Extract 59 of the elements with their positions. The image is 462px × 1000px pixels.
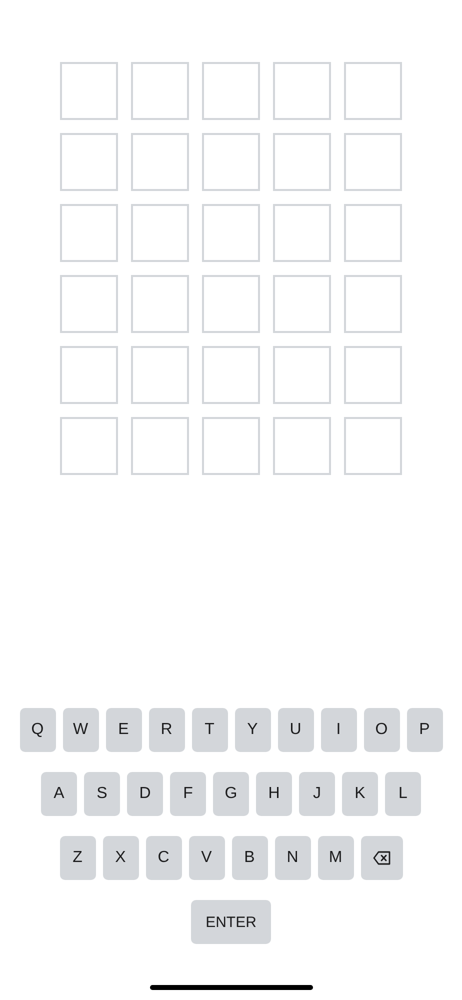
letter-key[interactable]: S [84, 772, 120, 816]
letter-tile [273, 346, 331, 404]
letter-tile [60, 417, 118, 475]
letter-key[interactable]: F [170, 772, 206, 816]
letter-key[interactable]: U [278, 708, 314, 752]
letter-key[interactable]: Q [20, 708, 56, 752]
letter-tile [60, 62, 118, 120]
letter-key[interactable]: B [232, 836, 268, 880]
letter-tile [202, 62, 260, 120]
letter-key[interactable]: E [106, 708, 142, 752]
letter-key[interactable]: N [274, 836, 310, 880]
letter-key[interactable]: D [127, 772, 163, 816]
letter-tile [131, 417, 189, 475]
letter-tile [202, 133, 260, 191]
letter-key[interactable]: X [102, 836, 138, 880]
letter-tile [344, 133, 402, 191]
letter-tile [202, 346, 260, 404]
letter-tile [344, 417, 402, 475]
letter-tile [202, 204, 260, 262]
letter-key[interactable]: A [41, 772, 77, 816]
letter-tile [202, 275, 260, 333]
letter-tile [273, 62, 331, 120]
letter-tile [131, 204, 189, 262]
letter-tile [60, 133, 118, 191]
letter-key[interactable]: C [146, 836, 182, 880]
backspace-icon [372, 851, 390, 865]
letter-key[interactable]: K [342, 772, 378, 816]
letter-tile [344, 62, 402, 120]
letter-key[interactable]: J [299, 772, 335, 816]
letter-tile [131, 346, 189, 404]
letter-key[interactable]: R [148, 708, 184, 752]
letter-tile [131, 62, 189, 120]
letter-tile [60, 204, 118, 262]
letter-key[interactable]: Y [234, 708, 270, 752]
backspace-key[interactable] [360, 836, 402, 880]
letter-key[interactable]: P [406, 708, 442, 752]
letter-key[interactable]: L [385, 772, 421, 816]
letter-key[interactable]: G [213, 772, 249, 816]
letter-key[interactable]: I [320, 708, 356, 752]
letter-tile [273, 133, 331, 191]
letter-key[interactable]: O [364, 708, 400, 752]
letter-key[interactable]: T [192, 708, 228, 752]
letter-key[interactable]: H [256, 772, 292, 816]
letter-tile [273, 275, 331, 333]
enter-key[interactable]: ENTER [191, 900, 271, 944]
letter-key[interactable]: V [188, 836, 224, 880]
letter-tile [273, 204, 331, 262]
letter-tile [344, 275, 402, 333]
letter-key[interactable]: W [62, 708, 98, 752]
letter-tile [60, 346, 118, 404]
letter-tile [344, 204, 402, 262]
letter-key[interactable]: Z [60, 836, 96, 880]
letter-tile [344, 346, 402, 404]
letter-tile [202, 417, 260, 475]
letter-tile [60, 275, 118, 333]
letter-tile [131, 275, 189, 333]
letter-tile [273, 417, 331, 475]
letter-tile [131, 133, 189, 191]
letter-key[interactable]: M [318, 836, 354, 880]
